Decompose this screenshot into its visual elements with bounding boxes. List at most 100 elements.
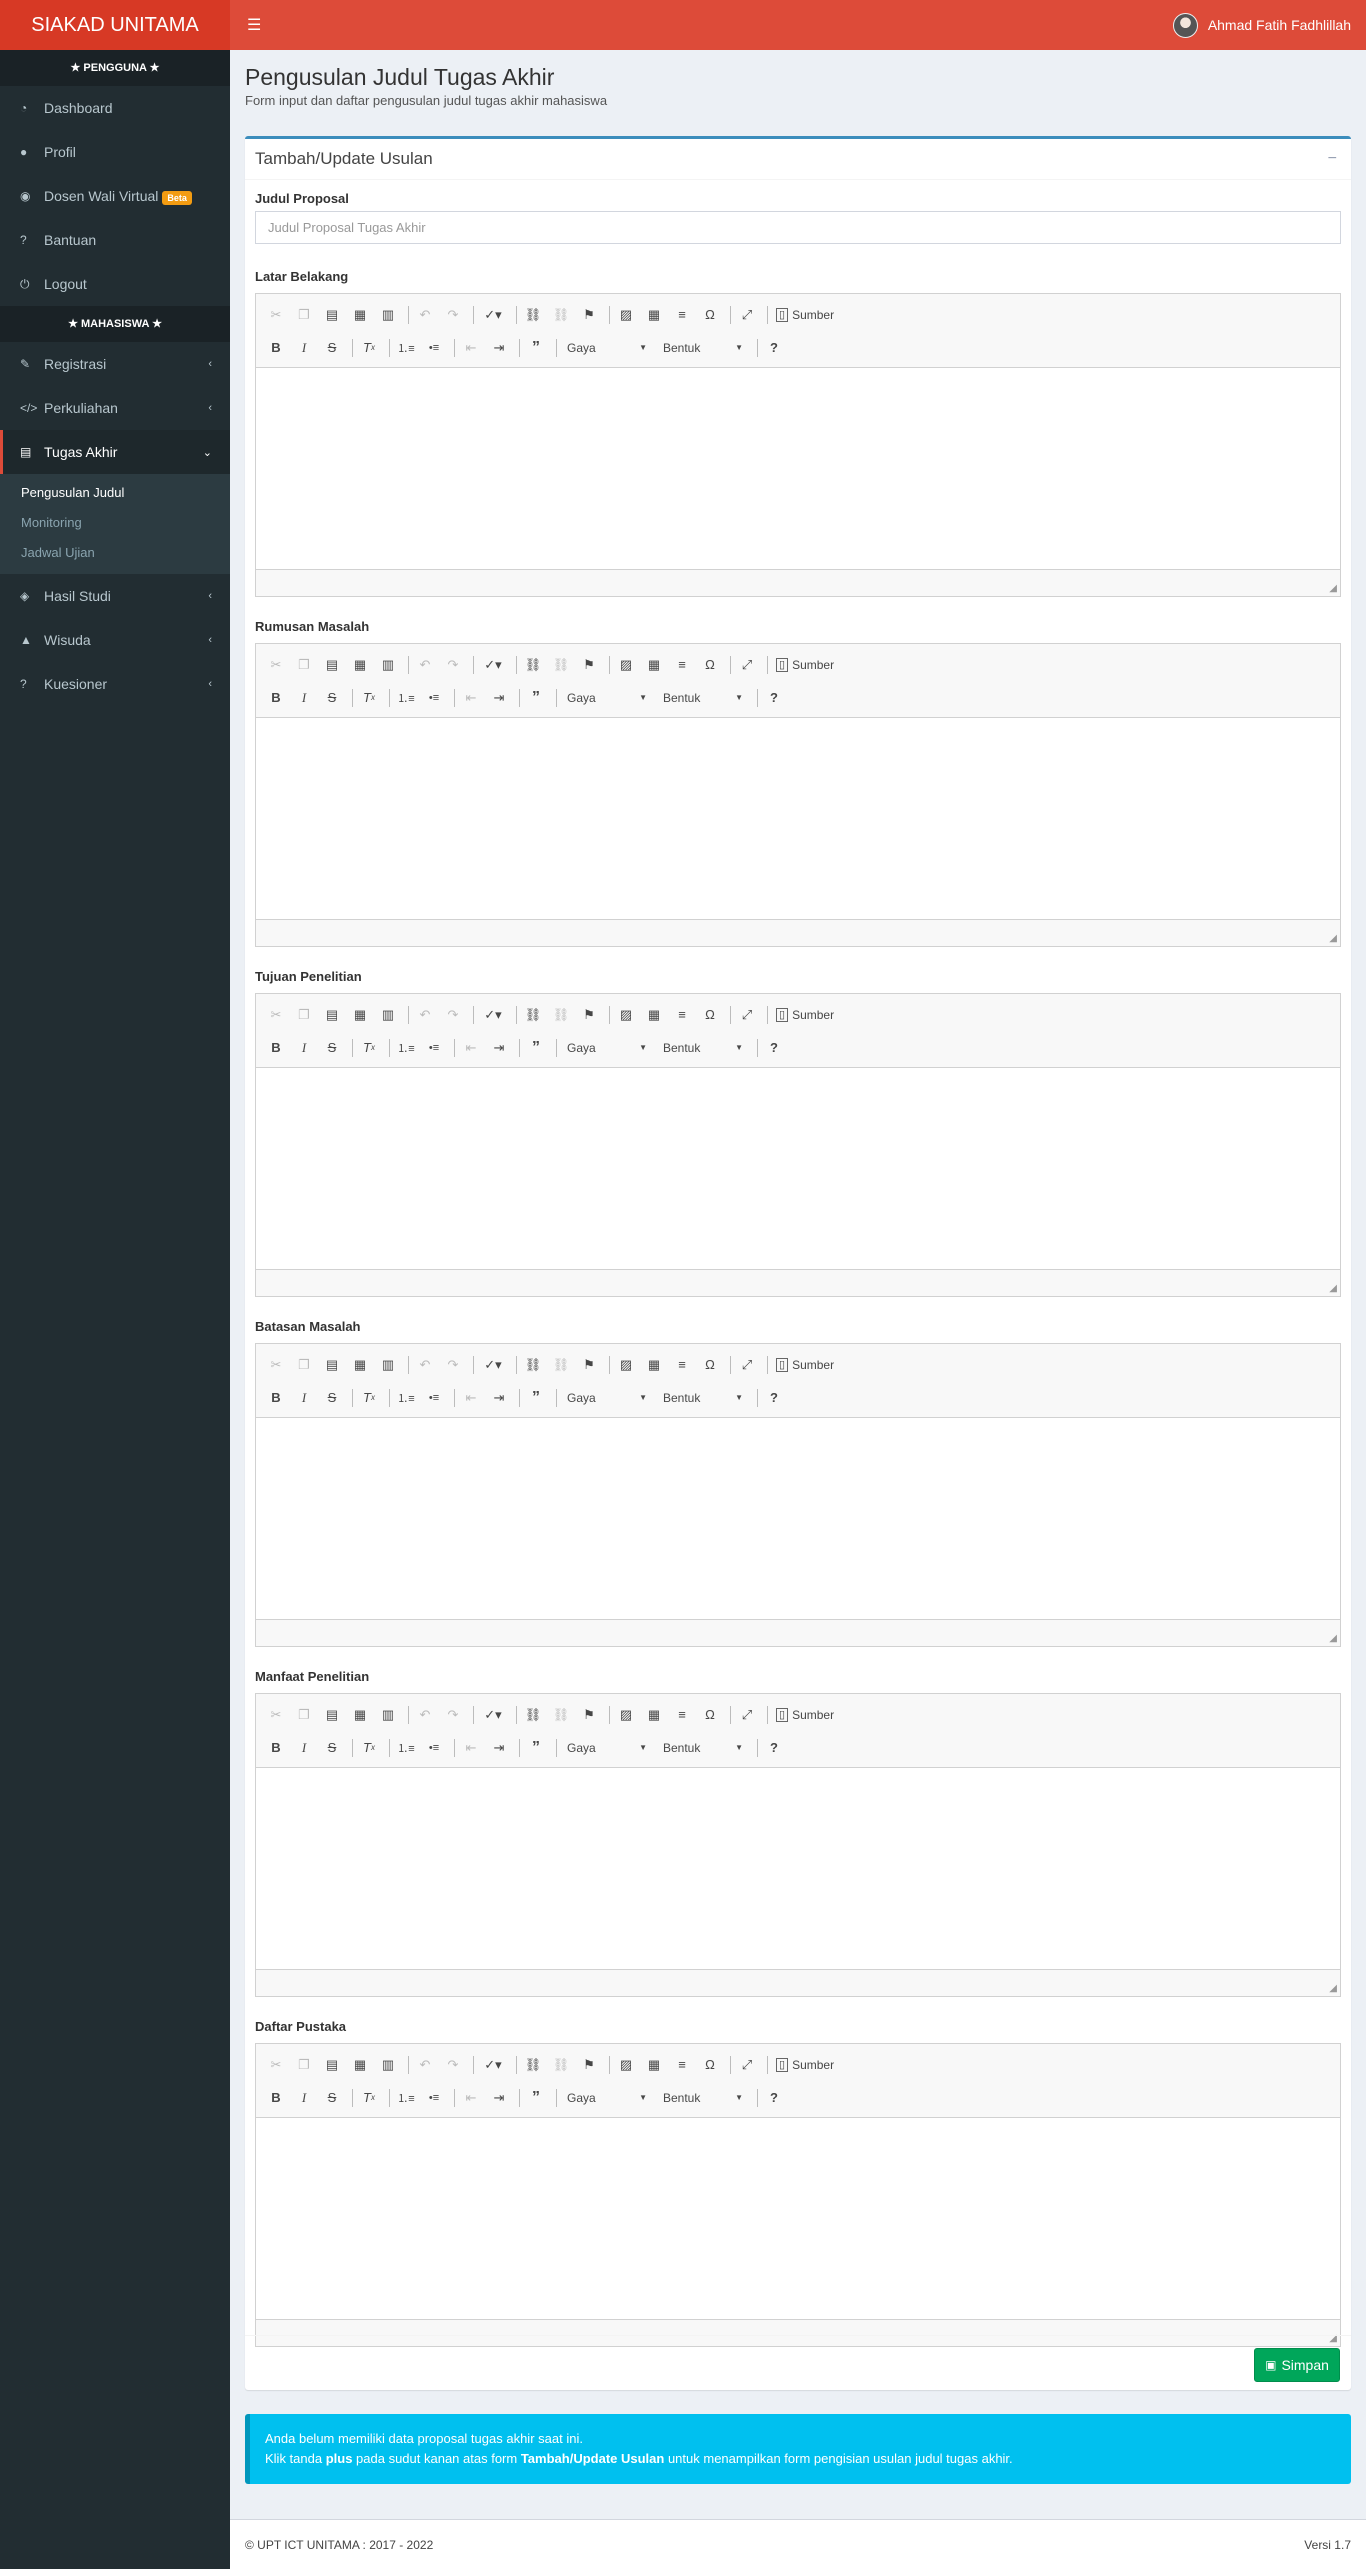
numbered-list-icon[interactable]: ⒈≡	[394, 2086, 418, 2110]
remove-format-icon[interactable]: Tx	[357, 1386, 381, 1410]
bold-icon[interactable]: B	[264, 2086, 288, 2110]
format-dropdown[interactable]: Bentuk ▼	[657, 1736, 749, 1760]
editor-content-area[interactable]	[256, 1068, 1340, 1270]
cut-icon[interactable]: ✂	[264, 2053, 288, 2077]
help-icon[interactable]: ?	[762, 1736, 786, 1760]
sidebar-item-dashboard[interactable]: ◔ Dashboard	[0, 86, 230, 130]
link-icon[interactable]: ⛓	[521, 303, 545, 327]
image-icon[interactable]: ▨	[614, 2053, 638, 2077]
anchor-flag-icon[interactable]: ⚑	[577, 653, 601, 677]
bulleted-list-icon[interactable]: •≡	[422, 1386, 446, 1410]
help-icon[interactable]: ?	[762, 1386, 786, 1410]
cut-icon[interactable]: ✂	[264, 1353, 288, 1377]
styles-dropdown[interactable]: Gaya ▼	[561, 336, 653, 360]
copy-icon[interactable]: ❐	[292, 1003, 316, 1027]
blockquote-icon[interactable]: ”	[524, 1386, 548, 1410]
sidebar-item-logout[interactable]: ⏻ Logout	[0, 262, 230, 306]
sidebar-item-hasil-studi[interactable]: ◈ Hasil Studi ‹	[0, 574, 230, 618]
italic-icon[interactable]: I	[292, 1386, 316, 1410]
copy-icon[interactable]: ❐	[292, 1703, 316, 1727]
styles-dropdown[interactable]: Gaya ▼	[561, 1386, 653, 1410]
submenu-item-monitoring[interactable]: Monitoring	[0, 508, 230, 538]
styles-dropdown[interactable]: Gaya ▼	[561, 2086, 653, 2110]
paste-icon[interactable]: ▤	[320, 1353, 344, 1377]
numbered-list-icon[interactable]: ⒈≡	[394, 1386, 418, 1410]
blockquote-icon[interactable]: ”	[524, 686, 548, 710]
unlink-icon[interactable]: ⛓	[549, 303, 573, 327]
help-icon[interactable]: ?	[762, 686, 786, 710]
source-button[interactable]: ▯ Sumber	[772, 1003, 838, 1027]
paste-icon[interactable]: ▤	[320, 1003, 344, 1027]
maximize-icon[interactable]: ⤢	[735, 1003, 759, 1027]
italic-icon[interactable]: I	[292, 2086, 316, 2110]
judul-input[interactable]	[255, 211, 1341, 244]
blockquote-icon[interactable]: ”	[524, 336, 548, 360]
undo-icon[interactable]: ↶	[413, 2053, 437, 2077]
numbered-list-icon[interactable]: ⒈≡	[394, 1736, 418, 1760]
source-button[interactable]: ▯ Sumber	[772, 1353, 838, 1377]
maximize-icon[interactable]: ⤢	[735, 303, 759, 327]
image-icon[interactable]: ▨	[614, 303, 638, 327]
special-char-icon[interactable]: Ω	[698, 653, 722, 677]
redo-icon[interactable]: ↷	[441, 1353, 465, 1377]
copy-icon[interactable]: ❐	[292, 1353, 316, 1377]
bold-icon[interactable]: B	[264, 1736, 288, 1760]
strikethrough-icon[interactable]: S	[320, 686, 344, 710]
source-button[interactable]: ▯ Sumber	[772, 303, 838, 327]
indent-icon[interactable]: ⇥	[487, 1036, 511, 1060]
table-icon[interactable]: ▦	[642, 2053, 666, 2077]
save-button[interactable]: ▣ Simpan	[1254, 2348, 1340, 2382]
outdent-icon[interactable]: ⇤	[459, 336, 483, 360]
maximize-icon[interactable]: ⤢	[735, 1703, 759, 1727]
numbered-list-icon[interactable]: ⒈≡	[394, 686, 418, 710]
image-icon[interactable]: ▨	[614, 1353, 638, 1377]
anchor-flag-icon[interactable]: ⚑	[577, 303, 601, 327]
paste-text-icon[interactable]: ▦	[348, 2053, 372, 2077]
editor-content-area[interactable]	[256, 1418, 1340, 1620]
styles-dropdown[interactable]: Gaya ▼	[561, 686, 653, 710]
special-char-icon[interactable]: Ω	[698, 1003, 722, 1027]
sidebar-item-registrasi[interactable]: ✎ Registrasi ‹	[0, 342, 230, 386]
indent-icon[interactable]: ⇥	[487, 336, 511, 360]
bulleted-list-icon[interactable]: •≡	[422, 1036, 446, 1060]
table-icon[interactable]: ▦	[642, 303, 666, 327]
paste-text-icon[interactable]: ▦	[348, 1703, 372, 1727]
special-char-icon[interactable]: Ω	[698, 2053, 722, 2077]
editor-content-area[interactable]	[256, 1768, 1340, 1970]
special-char-icon[interactable]: Ω	[698, 1703, 722, 1727]
strikethrough-icon[interactable]: S	[320, 2086, 344, 2110]
paste-icon[interactable]: ▤	[320, 303, 344, 327]
submenu-item-jadwal-ujian[interactable]: Jadwal Ujian	[0, 538, 230, 568]
format-dropdown[interactable]: Bentuk ▼	[657, 1386, 749, 1410]
sidebar-item-tugas-akhir[interactable]: ▤ Tugas Akhir ⌄	[0, 430, 230, 474]
cut-icon[interactable]: ✂	[264, 303, 288, 327]
format-dropdown[interactable]: Bentuk ▼	[657, 336, 749, 360]
anchor-flag-icon[interactable]: ⚑	[577, 1003, 601, 1027]
horizontal-line-icon[interactable]: ≡	[670, 1703, 694, 1727]
outdent-icon[interactable]: ⇤	[459, 1386, 483, 1410]
unlink-icon[interactable]: ⛓	[549, 653, 573, 677]
bulleted-list-icon[interactable]: •≡	[422, 336, 446, 360]
styles-dropdown[interactable]: Gaya ▼	[561, 1036, 653, 1060]
undo-icon[interactable]: ↶	[413, 303, 437, 327]
blockquote-icon[interactable]: ”	[524, 2086, 548, 2110]
outdent-icon[interactable]: ⇤	[459, 1736, 483, 1760]
table-icon[interactable]: ▦	[642, 653, 666, 677]
resize-grip-icon[interactable]: ◢	[1329, 933, 1337, 944]
italic-icon[interactable]: I	[292, 336, 316, 360]
link-icon[interactable]: ⛓	[521, 653, 545, 677]
paste-word-icon[interactable]: ▥	[376, 1353, 400, 1377]
editor-content-area[interactable]	[256, 718, 1340, 920]
anchor-flag-icon[interactable]: ⚑	[577, 2053, 601, 2077]
resize-grip-icon[interactable]: ◢	[1329, 1283, 1337, 1294]
paste-word-icon[interactable]: ▥	[376, 303, 400, 327]
italic-icon[interactable]: I	[292, 686, 316, 710]
table-icon[interactable]: ▦	[642, 1353, 666, 1377]
unlink-icon[interactable]: ⛓	[549, 1003, 573, 1027]
outdent-icon[interactable]: ⇤	[459, 1036, 483, 1060]
link-icon[interactable]: ⛓	[521, 1003, 545, 1027]
resize-grip-icon[interactable]: ◢	[1329, 1633, 1337, 1644]
italic-icon[interactable]: I	[292, 1736, 316, 1760]
format-dropdown[interactable]: Bentuk ▼	[657, 686, 749, 710]
sidebar-item-bantuan[interactable]: ? Bantuan	[0, 218, 230, 262]
